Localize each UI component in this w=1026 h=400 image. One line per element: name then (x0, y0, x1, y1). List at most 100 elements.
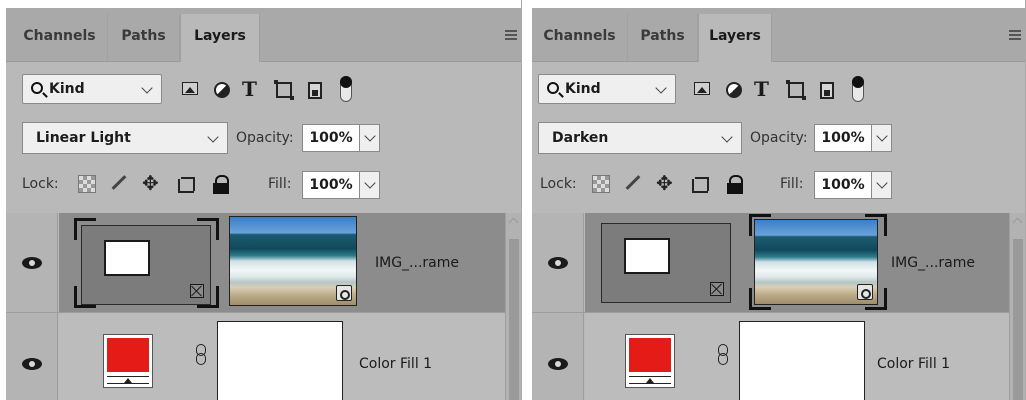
swatch-bar (629, 383, 671, 385)
layer-name[interactable]: Color Fill 1 (877, 356, 950, 372)
filter-kind-select[interactable]: Kind (22, 74, 162, 104)
shape-filter-icon[interactable] (274, 80, 294, 100)
layer-name[interactable]: IMG_...rame (375, 255, 459, 271)
shape-filter-icon[interactable] (786, 80, 806, 100)
chevron-down-icon (876, 130, 888, 142)
frame-badge-icon (710, 282, 724, 296)
adjustment-filter-icon[interactable] (214, 82, 230, 98)
lock-brush-icon[interactable] (622, 175, 640, 193)
panel-menu-icon[interactable] (505, 30, 517, 40)
type-filter-icon[interactable]: T (242, 79, 257, 99)
tab-layers[interactable]: Layers (180, 14, 260, 62)
fill-dropdown[interactable] (360, 171, 380, 199)
scrollbar-track[interactable] (1013, 239, 1023, 400)
panel-tab-bar: Channels Paths Layers (6, 8, 521, 62)
layer-row-color-fill[interactable]: Color Fill 1 (6, 314, 521, 400)
layer-row-body[interactable]: IMG_...rame (59, 213, 521, 312)
fill-field[interactable]: 100% (302, 171, 360, 199)
layers-list: IMG_...rame Color Fill 1 (532, 213, 1025, 400)
mask-thumbnail[interactable] (739, 321, 865, 400)
layer-row-frame[interactable]: IMG_...rame (532, 213, 1025, 313)
photo-thumbnail[interactable] (754, 219, 878, 305)
tab-channels[interactable]: Channels (532, 14, 628, 62)
color-fill-thumbnail[interactable] (625, 334, 675, 388)
opacity-field[interactable]: 100% (302, 124, 360, 152)
layer-row-frame[interactable]: IMG_...rame (6, 213, 521, 313)
filter-toggle-icon[interactable] (340, 76, 352, 102)
tab-layers[interactable]: Layers (698, 14, 772, 62)
chevron-down-icon (721, 131, 733, 143)
opacity-label: Opacity: (750, 130, 808, 146)
panel-menu-icon[interactable] (1009, 30, 1021, 40)
mask-thumbnail[interactable] (217, 321, 343, 400)
image-filter-icon[interactable] (182, 82, 198, 95)
layer-name[interactable]: Color Fill 1 (359, 356, 432, 372)
lock-artboard-icon[interactable] (690, 175, 709, 193)
link-chain-icon[interactable] (717, 344, 729, 366)
visibility-eye-icon[interactable] (548, 257, 568, 269)
lock-all-icon[interactable] (212, 175, 230, 194)
lock-label: Lock: (22, 176, 59, 192)
layer-name[interactable]: IMG_...rame (891, 255, 975, 271)
blend-mode-select[interactable]: Darken (538, 122, 742, 154)
blend-mode-value: Linear Light (36, 130, 131, 146)
lock-artboard-icon[interactable] (176, 175, 195, 193)
link-chain-icon[interactable] (195, 344, 207, 366)
visibility-eye-icon[interactable] (22, 358, 42, 370)
layers-scrollbar[interactable] (1009, 213, 1025, 400)
opacity-dropdown[interactable] (872, 124, 892, 152)
fill-field[interactable]: 100% (814, 171, 872, 199)
chevron-down-icon (364, 130, 376, 142)
lock-row: Lock: ✥ Fill: 100% (532, 168, 1025, 202)
layer-row-color-fill[interactable]: Color Fill 1 (532, 314, 1025, 400)
adjustment-filter-icon[interactable] (726, 82, 742, 98)
panel-tab-bar: Channels Paths Layers (532, 8, 1025, 62)
tab-paths[interactable]: Paths (108, 14, 180, 62)
blend-mode-value: Darken (552, 130, 609, 146)
lock-position-icon[interactable]: ✥ (656, 173, 674, 193)
layers-panel-darken: Channels Paths Layers Kind T Darken Opac… (528, 0, 1026, 400)
tab-channels[interactable]: Channels (12, 14, 108, 62)
lock-position-icon[interactable]: ✥ (142, 173, 160, 193)
frame-thumbnail[interactable] (601, 223, 731, 303)
smart-object-filter-icon[interactable] (820, 82, 834, 99)
frame-inner-rect (624, 238, 670, 274)
search-icon (31, 82, 43, 94)
scroll-up-icon[interactable] (1012, 217, 1023, 228)
type-filter-icon[interactable]: T (754, 79, 769, 99)
fill-dropdown[interactable] (872, 171, 892, 199)
blend-mode-select[interactable]: Linear Light (22, 122, 228, 154)
scrollbar-track[interactable] (509, 239, 519, 400)
scroll-up-icon[interactable] (508, 217, 519, 228)
chevron-down-icon (876, 177, 888, 189)
photo-thumbnail[interactable] (229, 216, 357, 306)
smart-object-filter-icon[interactable] (308, 82, 322, 99)
lock-transparency-icon[interactable] (592, 175, 610, 193)
chevron-down-icon (141, 82, 153, 94)
layers-panel-linear-light: Channels Paths Layers Kind T Linear Ligh… (0, 0, 522, 400)
chevron-down-icon (655, 82, 667, 94)
chevron-down-icon (364, 177, 376, 189)
opacity-dropdown[interactable] (360, 124, 380, 152)
lock-all-icon[interactable] (726, 175, 744, 194)
filter-kind-select[interactable]: Kind (538, 74, 676, 104)
color-fill-thumbnail[interactable] (103, 334, 153, 388)
frame-thumbnail[interactable] (81, 225, 211, 305)
layers-scrollbar[interactable] (505, 213, 521, 400)
visibility-eye-icon[interactable] (548, 358, 568, 370)
opacity-field[interactable]: 100% (814, 124, 872, 152)
layer-row-body[interactable]: Color Fill 1 (59, 314, 521, 400)
image-filter-icon[interactable] (694, 82, 710, 95)
lock-transparency-icon[interactable] (78, 175, 96, 193)
tab-paths[interactable]: Paths (628, 14, 698, 62)
layer-row-body[interactable]: IMG_...rame (585, 213, 1025, 312)
filter-toggle-icon[interactable] (852, 76, 864, 102)
thumb-selection-corner (197, 218, 219, 240)
layer-filter-row: Kind T (6, 70, 521, 110)
layer-row-body[interactable]: Color Fill 1 (585, 314, 1025, 400)
swatch-bar (107, 383, 149, 385)
lock-row: Lock: ✥ Fill: 100% (6, 168, 521, 202)
color-swatch (107, 338, 149, 372)
visibility-eye-icon[interactable] (22, 257, 42, 269)
lock-brush-icon[interactable] (108, 175, 126, 193)
